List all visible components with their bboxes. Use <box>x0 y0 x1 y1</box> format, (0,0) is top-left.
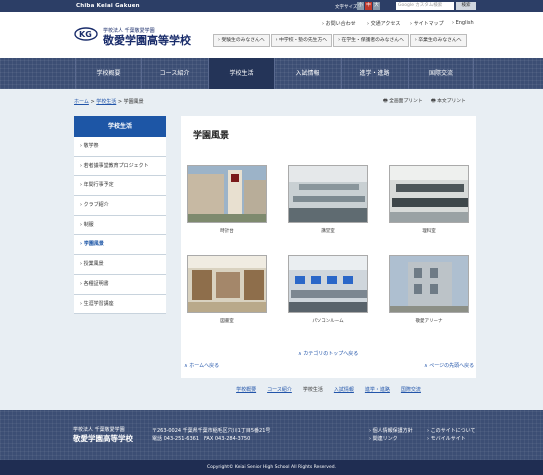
sidebar-item-youth-project[interactable]: › 若者議事堂教育プロジェクト <box>74 156 166 177</box>
bottom-nav-about[interactable]: 学校概要 <box>236 386 256 393</box>
sidebar: 学校生活 › 敬学祭 › 若者議事堂教育プロジェクト › 年間行事予定 › クラ… <box>74 116 166 315</box>
font-size-medium-button[interactable]: 中 <box>365 2 372 10</box>
photo-caption: 敬愛アリーナ <box>415 319 443 324</box>
back-to-category-link[interactable]: ∧ カテゴリのトップへ戻る <box>298 350 358 357</box>
photo-clock-tower[interactable] <box>187 165 267 223</box>
svg-text:KG: KG <box>79 30 92 39</box>
bottom-nav: 学校概要 コース紹介 学校生活 入試情報 進学・進路 国際交流 <box>181 378 476 400</box>
header-school-name[interactable]: 敬愛学園高等学校 <box>103 32 191 48</box>
sidebar-item-festival[interactable]: › 敬学祭 <box>74 137 166 157</box>
nav-international[interactable]: 国際交流 <box>408 58 474 89</box>
footer-mobile-link[interactable]: › モバイルサイト <box>427 435 466 442</box>
tab-teachers[interactable]: › 中学校・塾の先生方へ <box>270 34 333 47</box>
breadcrumb-home[interactable]: ホーム <box>74 99 89 105</box>
photo-science-room[interactable] <box>389 165 469 223</box>
photo-caption: 講堂室 <box>321 229 335 234</box>
back-to-top-link[interactable]: ∧ ページの先頭へ戻る <box>424 362 474 369</box>
photo-computer-room[interactable] <box>288 255 368 313</box>
font-size-small-button[interactable]: 小 <box>357 2 364 10</box>
contact-link[interactable]: › お問い合わせ <box>322 20 356 27</box>
search-input[interactable]: Google カスタム検索 <box>396 2 454 10</box>
photo-caption: 図書室 <box>220 319 234 324</box>
tab-alumni[interactable]: › 卒業生のみなさんへ <box>409 34 467 47</box>
sidebar-item-uniform[interactable]: › 制服 <box>74 215 166 236</box>
main-content: 学園風景 時計台 講堂室 理科室 図書室 パソコンルーム 敬愛アリーナ ∧ カテ… <box>181 116 476 378</box>
footer-address: 〒263-0024 千葉県千葉市稲毛区穴川1丁目5番21号 <box>152 428 271 434</box>
copyright: Copyright© Keiai Senior High School All … <box>0 460 543 475</box>
footer-address-block: 〒263-0024 千葉県千葉市稲毛区穴川1丁目5番21号 電話 043-251… <box>152 427 270 443</box>
photo-lecture-room[interactable] <box>288 165 368 223</box>
photo-caption: 理科室 <box>422 229 436 234</box>
bottom-nav-admissions[interactable]: 入試情報 <box>334 386 354 393</box>
footer: 学校法人 千葉敬愛学園 敬愛学園高等学校 〒263-0024 千葉県千葉市稲毛区… <box>0 410 543 460</box>
english-link[interactable]: › English <box>452 20 474 26</box>
photo-caption: 時計台 <box>220 229 234 234</box>
tab-applicants[interactable]: › 受験生のみなさんへ <box>213 34 270 47</box>
back-to-home-link[interactable]: ∧ ホームへ戻る <box>184 362 219 369</box>
print-full-button[interactable]: 🖶 全画面プリント <box>383 97 423 106</box>
nav-career[interactable]: 進学・進路 <box>341 58 407 89</box>
page-title: 学園風景 <box>193 131 230 141</box>
sidebar-item-certificates[interactable]: › 各種証明書 <box>74 274 166 295</box>
school-logo-icon[interactable]: KG <box>74 27 100 41</box>
bottom-nav-courses[interactable]: コース紹介 <box>267 386 292 393</box>
nav-courses[interactable]: コース紹介 <box>141 58 207 89</box>
access-link[interactable]: › 交通アクセス <box>367 20 400 27</box>
font-size-label: 文字サイズ <box>335 4 358 10</box>
footer-about-site-link[interactable]: › このサイトについて <box>427 427 475 434</box>
print-body-button[interactable]: 🖶 本文プリント <box>431 97 466 106</box>
footer-school-name: 敬愛学園高等学校 <box>73 434 133 443</box>
sidebar-item-lifelong-learning[interactable]: › 生涯学習講座 <box>74 294 166 315</box>
footer-org-name: 学校法人 千葉敬愛学園 <box>73 427 125 433</box>
sidebar-item-campus-scenes[interactable]: › 学園風景 <box>74 235 166 256</box>
site-brand: Chiba Keiai Gakuen <box>76 3 140 9</box>
photo-library[interactable] <box>187 255 267 313</box>
photo-caption: パソコンルーム <box>312 319 344 324</box>
nav-about[interactable]: 学校概要 <box>75 58 141 89</box>
top-bar: Chiba Keiai Gakuen 文字サイズ 小 中 大 Google カス… <box>0 0 543 12</box>
main-nav: 学校概要 コース紹介 学校生活 入試情報 進学・進路 国際交流 <box>0 58 543 89</box>
breadcrumb: ホーム > 学校生活 > 学園風景 <box>74 99 144 105</box>
sidebar-item-classes[interactable]: › 授業風景 <box>74 255 166 275</box>
nav-admissions[interactable]: 入試情報 <box>274 58 340 89</box>
footer-phone: 電話 043-251-6361 FAX 043-284-3750 <box>152 436 251 442</box>
bottom-nav-international[interactable]: 国際交流 <box>401 386 421 393</box>
footer-privacy-link[interactable]: › 個人情報保護方針 <box>369 427 413 434</box>
tab-students-parents[interactable]: › 在学生・保護者のみなさんへ <box>333 34 409 47</box>
sitemap-link[interactable]: › サイトマップ <box>410 20 444 27</box>
breadcrumb-parent[interactable]: 学校生活 <box>96 99 116 105</box>
sidebar-heading: 学校生活 <box>74 116 166 137</box>
nav-school-life[interactable]: 学校生活 <box>208 58 274 89</box>
sidebar-item-annual-events[interactable]: › 年間行事予定 <box>74 176 166 197</box>
font-size-large-button[interactable]: 大 <box>373 2 380 10</box>
audience-tabs: › 受験生のみなさんへ › 中学校・塾の先生方へ › 在学生・保護者のみなさんへ… <box>213 34 468 47</box>
sidebar-item-clubs[interactable]: › クラブ紹介 <box>74 196 166 216</box>
bottom-nav-school-life: 学校生活 <box>302 386 323 393</box>
search-button[interactable]: 検索 <box>456 2 476 10</box>
photo-keiai-arena[interactable] <box>389 255 469 313</box>
footer-related-links[interactable]: › 関連リンク <box>369 435 398 442</box>
bottom-nav-career[interactable]: 進学・進路 <box>365 386 390 393</box>
breadcrumb-current: 学園風景 <box>123 99 144 105</box>
